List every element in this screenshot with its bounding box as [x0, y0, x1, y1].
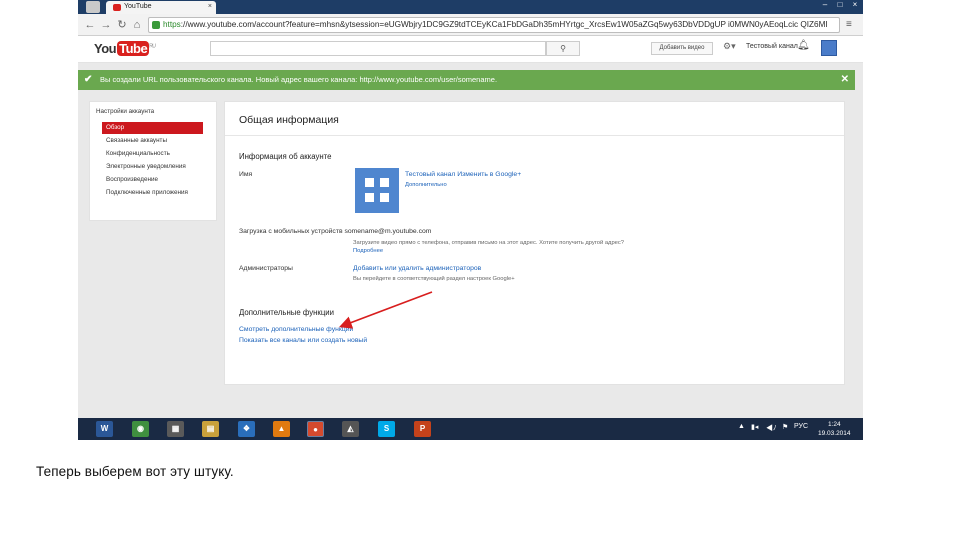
sidebar-item-email[interactable]: Электронные уведомления: [102, 161, 203, 173]
all-channels-link[interactable]: Показать все каналы или создать новый: [239, 337, 367, 344]
forward-icon[interactable]: →: [100, 18, 112, 32]
flag-icon[interactable]: ⚑: [782, 423, 788, 431]
search-icon: ⚲: [560, 44, 566, 53]
url-scheme: https: [163, 20, 181, 29]
mobile-upload-label: Загрузка с мобильных устройств somename@…: [239, 228, 432, 235]
avatar[interactable]: [821, 40, 837, 56]
url-text: ://www.youtube.com/account?feature=mhsn&…: [180, 20, 828, 29]
maximize-button[interactable]: □: [833, 0, 847, 12]
avatar-tile: [379, 192, 389, 202]
lock-icon: [152, 21, 160, 29]
bell-icon[interactable]: 🔔︎: [797, 40, 810, 51]
address-bar[interactable]: https://www.youtube.com/account?feature=…: [148, 17, 840, 33]
explorer-icon[interactable]: ▤: [202, 421, 219, 437]
mobile-more-link[interactable]: Подробнее: [353, 248, 383, 254]
tab-close-icon[interactable]: ×: [208, 3, 212, 10]
youtube-logo[interactable]: You Tube RU: [94, 41, 156, 56]
chrome-icon[interactable]: ●: [307, 421, 324, 437]
browser-tab-bar: YouTube × – □ ×: [78, 0, 863, 14]
sidebar-item-overview[interactable]: Обзор: [102, 122, 203, 134]
wrench-icon[interactable]: ≡: [846, 19, 852, 30]
success-notice: ✔ Вы создали URL пользовательского канал…: [78, 70, 855, 90]
sidebar-item-privacy[interactable]: Конфиденциальность: [102, 148, 203, 160]
calculator-icon[interactable]: ▦: [167, 421, 184, 437]
search-input[interactable]: [210, 41, 546, 56]
search-button[interactable]: ⚲: [546, 41, 580, 56]
reload-icon[interactable]: ↻: [116, 18, 128, 32]
logo-region: RU: [149, 43, 156, 50]
settings-icon[interactable]: ❖: [238, 421, 255, 437]
sidebar-item-playback[interactable]: Воспроизведение: [102, 174, 203, 186]
clock-date: 19.03.2014: [818, 430, 851, 437]
avatar-bar: [363, 187, 391, 193]
sidebar-title: Настройки аккаунта: [96, 108, 155, 115]
screenshot: YouTube × – □ × ← → ↻ ⌂ https://www.yout…: [78, 0, 863, 440]
close-notice-icon[interactable]: ✕: [841, 70, 849, 90]
sidebar-item-linked-accounts[interactable]: Связанные аккаунты: [102, 135, 203, 147]
admin-note: Вы перейдете в соответствующий раздел на…: [353, 276, 515, 282]
home-icon[interactable]: ⌂: [131, 18, 143, 32]
extra-features-heading: Дополнительные функции: [239, 308, 335, 317]
language-indicator[interactable]: РУС: [794, 423, 808, 430]
advanced-features-link[interactable]: Смотреть дополнительные функции: [239, 326, 353, 333]
vlc-icon[interactable]: ◭: [342, 421, 359, 437]
greenshot-icon[interactable]: ◉: [132, 421, 149, 437]
network-icon[interactable]: ▮◂: [751, 423, 758, 431]
channel-avatar[interactable]: [355, 168, 399, 213]
channel-link[interactable]: Тестовый канал Изменить в Google+: [405, 171, 521, 178]
slide-caption: Теперь выберем вот эту штуку.: [36, 464, 234, 479]
divider: [225, 135, 844, 136]
youtube-header: You Tube RU ⚲ Добавить видео ⚙▾ Тестовый к…: [78, 36, 863, 63]
volume-icon[interactable]: ◀ﾉ: [766, 423, 777, 433]
aimp-icon[interactable]: ▲: [273, 421, 290, 437]
skype-icon[interactable]: S: [378, 421, 395, 437]
sidebar-item-apps[interactable]: Подключенные приложения: [102, 187, 203, 199]
mobile-upload-note: Загрузите видео прямо с телефона, отправ…: [353, 240, 625, 246]
logo-tube: Tube: [117, 41, 150, 56]
minimize-button[interactable]: –: [818, 0, 832, 12]
slide: YouTube × – □ × ← → ↻ ⌂ https://www.yout…: [0, 0, 960, 540]
account-sidebar: Настройки аккаунта Обзор Связанные аккау…: [89, 101, 217, 221]
browser-toolbar: ← → ↻ ⌂ https://www.youtube.com/account?…: [78, 14, 863, 36]
tray-arrow-icon[interactable]: ▲: [738, 423, 745, 430]
youtube-favicon-icon: [113, 4, 121, 11]
windows-taskbar: W ◉ ▦ ▤ ❖ ▲ ● ◭ S P ▲ ▮◂ ◀ﾉ ⚑ РУС 1:24 1…: [78, 418, 863, 440]
name-label: Имя: [239, 171, 253, 178]
account-section-heading: Информация об аккаунте: [239, 152, 332, 161]
browser-menu-icon[interactable]: [86, 1, 100, 13]
main-panel: Общая информация Информация об аккаунте …: [224, 101, 845, 385]
clock-time: 1:24: [827, 421, 841, 428]
channel-advanced-link[interactable]: Дополнительно: [405, 182, 447, 188]
word-icon[interactable]: W: [96, 421, 113, 437]
add-video-button[interactable]: Добавить видео: [651, 42, 713, 55]
logo-you: You: [94, 41, 117, 56]
browser-tab[interactable]: YouTube ×: [106, 1, 216, 14]
notice-text: Вы создали URL пользовательского канала.…: [100, 75, 498, 84]
close-window-button[interactable]: ×: [848, 0, 862, 12]
check-icon: ✔: [84, 74, 93, 85]
back-icon[interactable]: ←: [84, 18, 96, 32]
channel-name[interactable]: Тестовый канал: [746, 43, 798, 50]
admin-label: Администраторы: [239, 265, 293, 272]
powerpoint-icon[interactable]: P: [414, 421, 431, 437]
gear-icon[interactable]: ⚙▾: [723, 41, 736, 52]
clock[interactable]: 1:24 19.03.2014: [818, 420, 851, 438]
admin-link[interactable]: Добавить или удалить администраторов: [353, 265, 481, 272]
tab-title: YouTube: [124, 3, 152, 10]
page-title: Общая информация: [239, 114, 339, 126]
